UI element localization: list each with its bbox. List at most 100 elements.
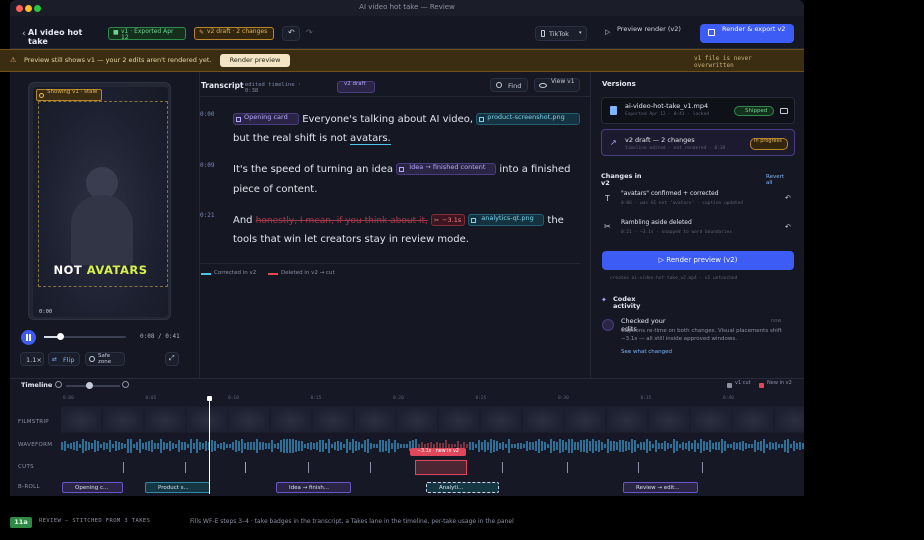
- redo-icon[interactable]: ↷: [306, 28, 313, 37]
- cut-mark[interactable]: [702, 462, 703, 473]
- flip-button[interactable]: ⇄ Flip: [48, 352, 80, 366]
- zoom-in-icon[interactable]: [122, 381, 129, 388]
- back-chevron-icon[interactable]: ‹: [22, 29, 26, 39]
- waveform-bar: [652, 443, 654, 449]
- waveform-bar: [694, 440, 696, 452]
- undo-button[interactable]: ↶: [282, 26, 300, 41]
- broll-clip[interactable]: Product s...: [145, 482, 210, 493]
- pause-icon: [26, 334, 31, 341]
- waveform-bar: [103, 441, 105, 451]
- v1-exported-badge[interactable]: ■ v1 · Exported Apr 12: [108, 27, 186, 41]
- cut-mark[interactable]: [123, 462, 124, 473]
- folder-icon[interactable]: [780, 108, 788, 114]
- waveform-bar: [79, 444, 81, 448]
- broll-clip[interactable]: Idea → finish...: [276, 482, 351, 493]
- speed-button[interactable]: 1.1×: [20, 352, 44, 366]
- waveform-bar: [337, 440, 339, 451]
- waveform-bar: [790, 444, 792, 448]
- filmstrip-frame: [187, 407, 227, 432]
- revert-icon[interactable]: ↶: [785, 194, 791, 202]
- fullscreen-button[interactable]: ⤢: [165, 352, 179, 366]
- warning-icon: ⚠: [10, 56, 17, 64]
- waveform-bar: [250, 441, 252, 451]
- waveform-bar: [361, 443, 363, 449]
- broll-chip[interactable]: Opening card: [233, 113, 299, 125]
- waveform-bar: [202, 443, 204, 449]
- waveform-bar: [403, 444, 405, 448]
- waveform-bar: [388, 439, 390, 453]
- waveform-bar: [124, 444, 126, 448]
- asset-chip[interactable]: product-screenshot.png: [476, 113, 581, 125]
- search-icon: [496, 82, 502, 88]
- waveform-bar: [178, 439, 180, 453]
- waveform-bar: [793, 441, 795, 451]
- platform-select[interactable]: TikTok ▾: [535, 26, 587, 41]
- render-preview-banner-button[interactable]: Render preview: [220, 54, 290, 67]
- time-ruler: 0:00 0:05 0:10 0:15 0:20 0:25 0:30 0:35 0:40: [61, 396, 804, 404]
- timeline-title: Timeline: [21, 381, 53, 389]
- pencil-icon: ✎: [199, 29, 205, 36]
- zoom-slider[interactable]: [66, 382, 120, 389]
- scrubber-track[interactable]: [44, 333, 126, 340]
- waveform-bar: [154, 442, 156, 450]
- waveform-bar: [658, 443, 660, 449]
- filmstrip-frame: [691, 407, 731, 432]
- waveform-bar: [511, 444, 513, 448]
- render-export-button[interactable]: Render & export v2: [700, 24, 794, 43]
- render-preview-v2-button[interactable]: ▷ Render preview (v2): [602, 251, 794, 270]
- broll-clip[interactable]: Analyti...: [426, 482, 499, 493]
- safe-zone-toggle[interactable]: Safe zone: [85, 352, 125, 366]
- revert-icon[interactable]: ↶: [785, 223, 791, 231]
- cut-mark[interactable]: [185, 462, 186, 473]
- cut-mark[interactable]: [638, 462, 639, 473]
- broll-clip[interactable]: Opening c...: [62, 482, 123, 493]
- v2-draft-badge[interactable]: ✎ v2 draft · 2 changes: [194, 27, 274, 40]
- zoom-out-icon[interactable]: [55, 381, 62, 388]
- waveform-bar: [700, 439, 702, 453]
- change-item[interactable]: ✂ Rambling aside deleted 0:21 · −3.1s · …: [601, 219, 795, 241]
- waveform-bar: [742, 441, 744, 451]
- play-icon: ▷: [605, 28, 611, 36]
- eye-icon: [539, 83, 547, 88]
- waveform-bar: [607, 438, 609, 454]
- play-pause-button[interactable]: [21, 330, 36, 345]
- cut-mark[interactable]: [502, 462, 503, 473]
- broll-chip[interactable]: Idea → finished content: [396, 163, 497, 175]
- waveform-bar: [796, 442, 798, 450]
- cut-chip[interactable]: ✂ −3.1s: [431, 214, 466, 226]
- see-changes-link[interactable]: See what changed: [621, 349, 672, 355]
- deleted-text[interactable]: honestly, I mean, if you think about it,: [256, 216, 428, 226]
- waveform-bar: [169, 441, 171, 451]
- view-v1-button[interactable]: View v1: [534, 78, 580, 92]
- waveform-bar: [538, 439, 540, 453]
- waveform-bar: [259, 441, 261, 451]
- broll-clip[interactable]: Review → edit...: [623, 482, 698, 493]
- deleted-range[interactable]: [415, 460, 467, 475]
- waveform-bar: [277, 442, 279, 450]
- corrected-word[interactable]: avatars.: [350, 133, 391, 145]
- scissors-icon: ✂: [604, 222, 611, 231]
- waveform-bar: [70, 443, 72, 449]
- version-card-v2[interactable]: ↗ v2 draft — 2 changes timeline edited ·…: [601, 129, 795, 156]
- cut-mark[interactable]: [308, 462, 309, 473]
- cut-mark[interactable]: [567, 462, 568, 473]
- waveform-bar: [205, 440, 207, 452]
- playhead-handle[interactable]: [207, 396, 212, 401]
- asset-chip[interactable]: analytics-qt.png: [468, 214, 545, 226]
- preview-render-button[interactable]: ▷ Preview render (v2): [603, 25, 693, 42]
- waveform-bar: [595, 440, 597, 452]
- cut-mark[interactable]: [245, 462, 246, 473]
- version-card-v1[interactable]: ai-video-hot-take_v1.mp4 Exported Apr 12…: [601, 97, 795, 124]
- waveform-bar: [553, 440, 555, 452]
- waveform-bar: [88, 442, 90, 450]
- playhead[interactable]: [207, 396, 212, 494]
- change-item[interactable]: T "avatars" confirmed + corrected 0:06 ·…: [601, 190, 795, 212]
- zoom-handle[interactable]: [86, 382, 93, 389]
- find-button[interactable]: Find: [490, 78, 528, 92]
- file-icon: [610, 106, 617, 115]
- cut-mark[interactable]: [370, 462, 371, 473]
- filmstrip-lane[interactable]: [61, 406, 804, 433]
- waveform-bar: [265, 442, 267, 450]
- revert-all-link[interactable]: Revert all: [766, 174, 792, 186]
- filmstrip-frame: [607, 407, 647, 432]
